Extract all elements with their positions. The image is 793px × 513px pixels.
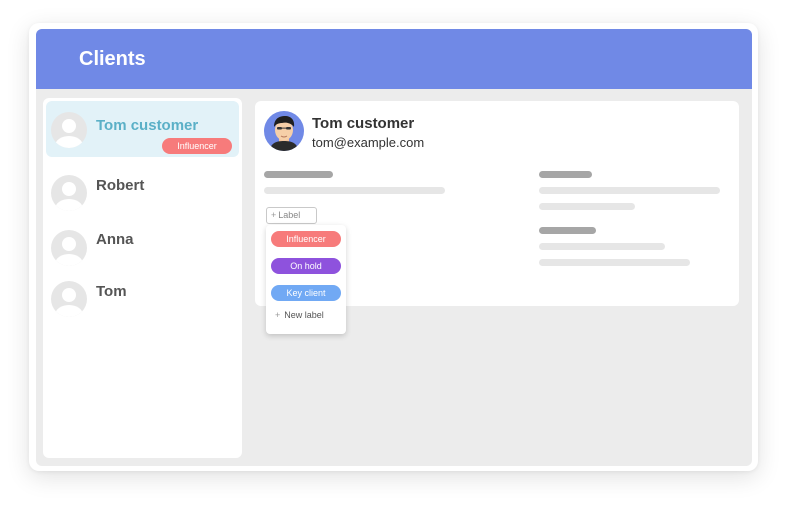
new-label-button[interactable]: + New label <box>275 310 324 320</box>
placeholder-bar <box>539 227 596 234</box>
customer-name: Tom customer <box>312 115 415 132</box>
add-label-button[interactable]: + Label <box>266 207 317 224</box>
avatar-placeholder-icon <box>51 112 87 148</box>
placeholder-bar <box>539 203 635 210</box>
avatar-placeholder-icon <box>51 281 87 317</box>
client-item-tom[interactable]: Tom <box>46 270 239 326</box>
placeholder-bar <box>539 259 690 266</box>
new-label-text: New label <box>284 310 324 320</box>
client-list: Tom customer Influencer Robert Anna Tom <box>43 98 242 458</box>
client-name: Tom customer <box>96 117 199 134</box>
avatar-placeholder-icon <box>51 175 87 211</box>
client-name: Anna <box>96 231 134 248</box>
customer-avatar-icon <box>264 111 304 151</box>
client-item-robert[interactable]: Robert <box>46 164 239 220</box>
placeholder-bar <box>539 243 665 250</box>
plus-icon: + <box>275 310 281 320</box>
label-dropdown-menu: Influencer On hold Key client + New label <box>266 225 346 334</box>
avatar-placeholder-icon <box>51 230 87 266</box>
client-item-tom-customer[interactable]: Tom customer Influencer <box>46 101 239 157</box>
label-option-influencer[interactable]: Influencer <box>271 231 341 247</box>
client-name: Robert <box>96 177 145 194</box>
clients-app: Clients Tom customer Influencer Robert A… <box>36 29 752 466</box>
label-button-text: Label <box>278 210 301 220</box>
placeholder-bar <box>539 187 720 194</box>
page-title: Clients <box>79 48 146 70</box>
header-bar: Clients <box>36 29 752 89</box>
customer-email: tom@example.com <box>312 135 425 150</box>
influencer-badge: Influencer <box>162 138 232 154</box>
client-name: Tom <box>96 283 127 300</box>
plus-icon: + <box>271 210 277 220</box>
label-option-on-hold[interactable]: On hold <box>271 258 341 274</box>
label-option-key-client[interactable]: Key client <box>271 285 341 301</box>
client-item-anna[interactable]: Anna <box>46 219 239 275</box>
placeholder-bar <box>264 187 445 194</box>
placeholder-bar <box>264 171 333 178</box>
placeholder-bar <box>539 171 592 178</box>
